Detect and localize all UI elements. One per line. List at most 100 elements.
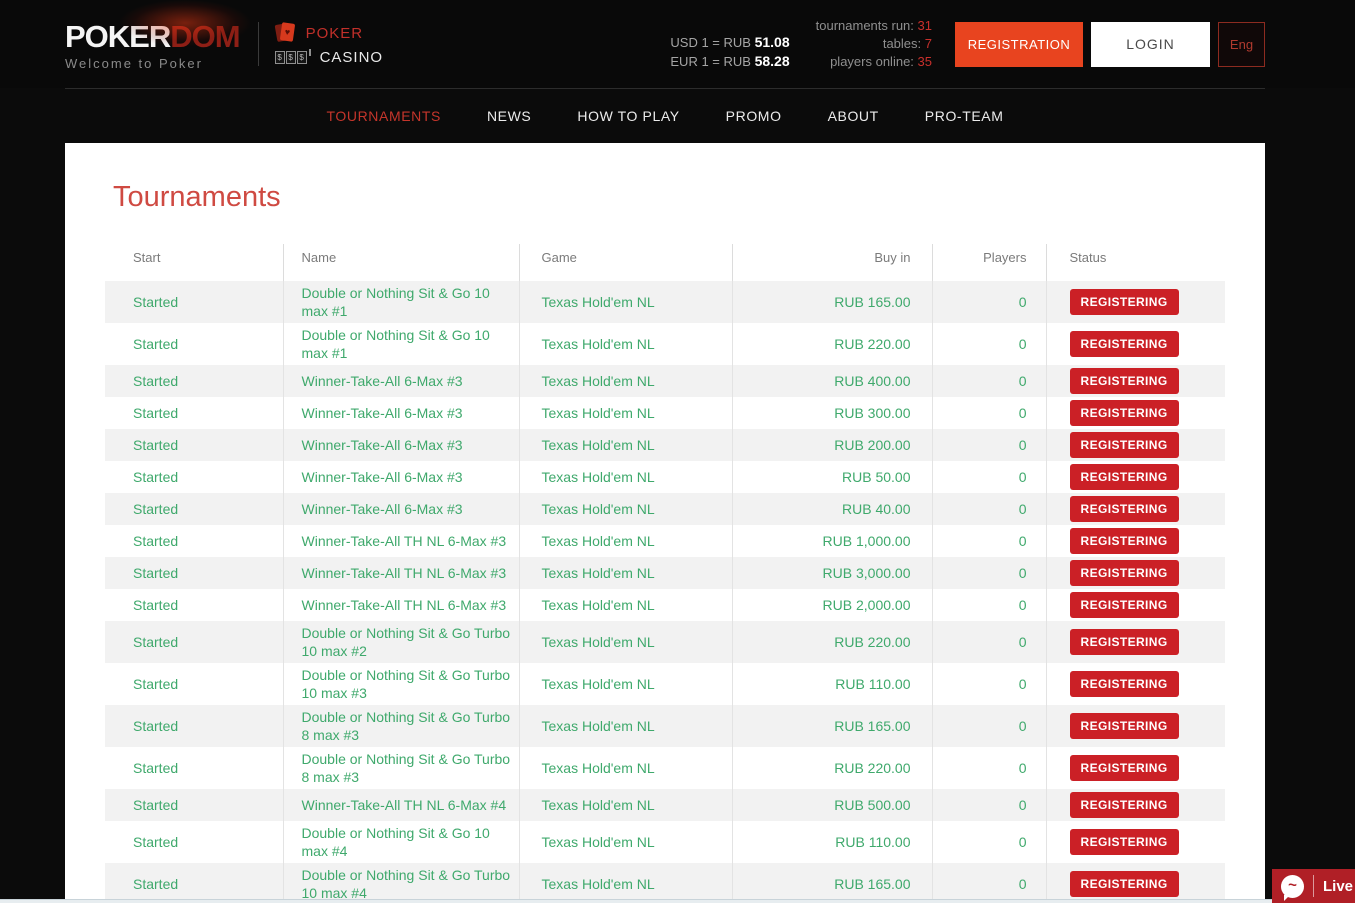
cell-status: REGISTERING	[1046, 589, 1225, 621]
registering-button[interactable]: REGISTERING	[1070, 432, 1179, 458]
table-row: StartedDouble or Nothing Sit & Go 10 max…	[105, 281, 1225, 323]
column-header-start: Start	[105, 244, 283, 281]
cell-game: Texas Hold'em NL	[519, 589, 732, 621]
registering-button[interactable]: REGISTERING	[1070, 871, 1179, 897]
cell-name: Winner-Take-All 6-Max #3	[283, 365, 519, 397]
registering-button[interactable]: REGISTERING	[1070, 629, 1179, 655]
table-row: StartedDouble or Nothing Sit & Go Turbo …	[105, 705, 1225, 747]
cell-buyin: RUB 200.00	[732, 429, 932, 461]
cell-game: Texas Hold'em NL	[519, 365, 732, 397]
column-header-name: Name	[283, 244, 519, 281]
registering-button[interactable]: REGISTERING	[1070, 400, 1179, 426]
table-row: StartedWinner-Take-All TH NL 6-Max #3Tex…	[105, 557, 1225, 589]
cell-status: REGISTERING	[1046, 705, 1225, 747]
tournaments-table: StartNameGameBuy inPlayersStatus Started…	[105, 244, 1225, 903]
cell-buyin: RUB 220.00	[732, 747, 932, 789]
cell-start: Started	[105, 821, 283, 863]
registering-button[interactable]: REGISTERING	[1070, 671, 1179, 697]
registering-button[interactable]: REGISTERING	[1070, 289, 1179, 315]
cell-status: REGISTERING	[1046, 525, 1225, 557]
cell-start: Started	[105, 281, 283, 323]
nav-item-about[interactable]: ABOUT	[828, 108, 879, 124]
cell-players: 0	[932, 663, 1046, 705]
cell-name: Double or Nothing Sit & Go 10 max #4	[283, 821, 519, 863]
cell-players: 0	[932, 493, 1046, 525]
content-area: Tournaments StartNameGameBuy inPlayersSt…	[65, 143, 1265, 903]
registering-button[interactable]: REGISTERING	[1070, 755, 1179, 781]
cell-players: 0	[932, 461, 1046, 493]
nav-item-news[interactable]: NEWS	[487, 108, 531, 124]
cell-start: Started	[105, 557, 283, 589]
cell-name: Double or Nothing Sit & Go Turbo 8 max #…	[283, 705, 519, 747]
cell-game: Texas Hold'em NL	[519, 429, 732, 461]
cell-game: Texas Hold'em NL	[519, 747, 732, 789]
cell-name: Double or Nothing Sit & Go 10 max #1	[283, 323, 519, 365]
cell-game: Texas Hold'em NL	[519, 621, 732, 663]
login-button[interactable]: LOGIN	[1091, 22, 1210, 67]
cell-buyin: RUB 50.00	[732, 461, 932, 493]
cell-players: 0	[932, 589, 1046, 621]
registering-button[interactable]: REGISTERING	[1070, 792, 1179, 818]
registration-button[interactable]: REGISTRATION	[955, 22, 1083, 67]
registering-button[interactable]: REGISTERING	[1070, 331, 1179, 357]
registering-button[interactable]: REGISTERING	[1070, 464, 1179, 490]
column-header-buy-in: Buy in	[732, 244, 932, 281]
logo-subtitle: Welcome to Poker	[65, 56, 240, 71]
registering-button[interactable]: REGISTERING	[1070, 496, 1179, 522]
cell-players: 0	[932, 557, 1046, 589]
registering-button[interactable]: REGISTERING	[1070, 560, 1179, 586]
cell-name: Winner-Take-All 6-Max #3	[283, 397, 519, 429]
main-nav: TOURNAMENTS NEWS HOW TO PLAY PROMO ABOUT PRO-…	[65, 89, 1265, 143]
casino-link[interactable]: $$$ CASINO	[275, 49, 384, 66]
nav-item-promo[interactable]: PROMO	[726, 108, 782, 124]
cell-status: REGISTERING	[1046, 821, 1225, 863]
nav-item-how-to-play[interactable]: HOW TO PLAY	[577, 108, 679, 124]
live-chat-label: Live H	[1323, 878, 1355, 895]
cell-buyin: RUB 220.00	[732, 323, 932, 365]
bottom-edge-line	[0, 899, 1272, 903]
cell-name: Winner-Take-All TH NL 6-Max #3	[283, 589, 519, 621]
cell-buyin: RUB 300.00	[732, 397, 932, 429]
cell-start: Started	[105, 397, 283, 429]
table-header-row: StartNameGameBuy inPlayersStatus	[105, 244, 1225, 281]
registering-button[interactable]: REGISTERING	[1070, 592, 1179, 618]
cell-name: Winner-Take-All TH NL 6-Max #4	[283, 789, 519, 821]
header-divider	[258, 22, 259, 66]
cell-game: Texas Hold'em NL	[519, 525, 732, 557]
cell-status: REGISTERING	[1046, 557, 1225, 589]
cell-start: Started	[105, 863, 283, 903]
cell-players: 0	[932, 621, 1046, 663]
nav-item-pro-team[interactable]: PRO-TEAM	[925, 108, 1004, 124]
registering-button[interactable]: REGISTERING	[1070, 368, 1179, 394]
logo-text-primary: POKER	[65, 19, 170, 54]
stat-players-online: players online: 35	[816, 53, 932, 71]
cell-game: Texas Hold'em NL	[519, 663, 732, 705]
currency-rates: USD 1 = RUB 51.08 EUR 1 = RUB 58.28	[670, 33, 789, 71]
cell-start: Started	[105, 589, 283, 621]
cell-players: 0	[932, 397, 1046, 429]
page-title: Tournaments	[113, 181, 1225, 214]
column-header-status: Status	[1046, 244, 1225, 281]
cell-name: Double or Nothing Sit & Go Turbo 10 max …	[283, 663, 519, 705]
registering-button[interactable]: REGISTERING	[1070, 829, 1179, 855]
site-logo[interactable]: POKERDOM Welcome to Poker	[65, 18, 240, 71]
table-row: StartedDouble or Nothing Sit & Go Turbo …	[105, 621, 1225, 663]
registering-button[interactable]: REGISTERING	[1070, 528, 1179, 554]
language-button[interactable]: Eng	[1218, 22, 1265, 67]
nav-item-tournaments[interactable]: TOURNAMENTS	[327, 108, 441, 124]
live-chat-widget[interactable]: ~ Live H	[1272, 869, 1355, 903]
cell-players: 0	[932, 323, 1046, 365]
table-row: StartedWinner-Take-All TH NL 6-Max #3Tex…	[105, 589, 1225, 621]
registering-button[interactable]: REGISTERING	[1070, 713, 1179, 739]
slot-machine-icon: $$$	[275, 51, 311, 64]
table-row: StartedWinner-Take-All 6-Max #3Texas Hol…	[105, 429, 1225, 461]
logo-text-secondary: DOM	[170, 19, 239, 54]
cell-buyin: RUB 165.00	[732, 705, 932, 747]
poker-link[interactable]: ♥ POKER	[275, 22, 384, 44]
chat-bubble-icon: ~	[1281, 875, 1304, 898]
cell-game: Texas Hold'em NL	[519, 705, 732, 747]
cell-game: Texas Hold'em NL	[519, 863, 732, 903]
cell-start: Started	[105, 747, 283, 789]
cell-name: Winner-Take-All 6-Max #3	[283, 493, 519, 525]
table-row: StartedDouble or Nothing Sit & Go Turbo …	[105, 663, 1225, 705]
